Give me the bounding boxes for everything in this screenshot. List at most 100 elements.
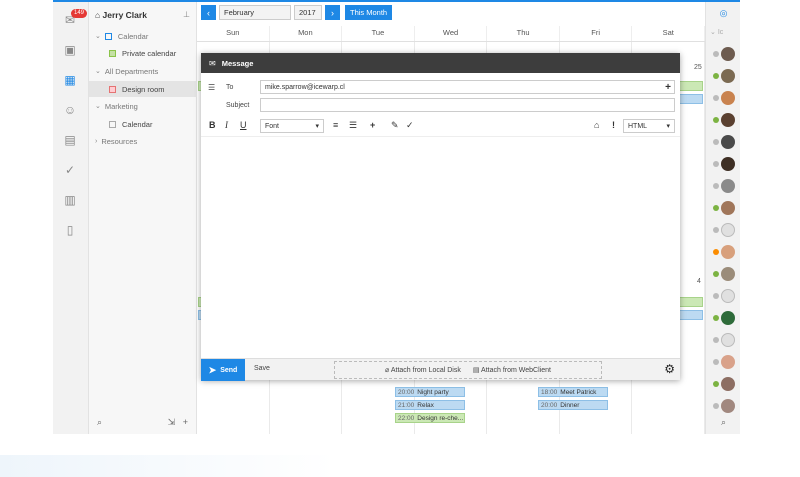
calendar-icon[interactable]: ▦	[61, 72, 79, 88]
month-field[interactable]: February	[219, 5, 291, 20]
prev-month-button[interactable]: ‹	[201, 5, 216, 20]
mail-badge: 149	[71, 9, 88, 18]
tree-group-calendar[interactable]: ⌄ Calendar	[89, 28, 197, 44]
people-search-icon[interactable]: ⌕	[706, 417, 741, 428]
contact-avatar[interactable]	[713, 69, 737, 83]
contact-avatar[interactable]	[713, 399, 737, 413]
insert-icon[interactable]: +	[370, 120, 375, 130]
calendar-event[interactable]: 20:00 Night party	[395, 387, 465, 397]
trash-icon[interactable]: ▯	[61, 222, 79, 238]
mail-icon[interactable]: ✉ 149	[61, 9, 88, 28]
subject-field[interactable]	[260, 98, 675, 112]
calendar-toolbar: ‹ February 2017 › This Month	[201, 5, 393, 20]
calendar-event[interactable]: 21:00 Relax	[395, 400, 465, 410]
contact-avatar[interactable]	[713, 377, 737, 391]
priority-icon[interactable]: !	[612, 120, 615, 130]
contact-avatar[interactable]	[713, 201, 737, 215]
italic-icon[interactable]: I	[225, 120, 228, 130]
spellcheck-icon[interactable]: ✓	[406, 120, 414, 131]
day-header: Mon	[270, 26, 343, 41]
message-dialog: ✉ Message ☰ To mike.sparrow@icewarp.cl +…	[201, 53, 680, 381]
format-select[interactable]: HTML ▾	[623, 119, 675, 133]
format-toolbar: B I U Font ▾ ≡ ☰ + ✎ ✓ ⌂ ! HTML ▾	[201, 118, 680, 134]
pin-icon[interactable]: ⊥	[183, 10, 190, 19]
share-icon[interactable]: ⇲	[168, 417, 176, 427]
people-filter[interactable]: ⌄ Ic	[710, 28, 723, 36]
tree-group-marketing[interactable]: ⌄ Marketing	[89, 98, 197, 114]
to-row: ☰ To mike.sparrow@icewarp.cl +	[201, 80, 680, 94]
calendar-event[interactable]: 20:00 Dinner	[538, 400, 608, 410]
day-header: Tue	[342, 26, 415, 41]
font-select[interactable]: Font ▾	[260, 119, 324, 133]
contact-avatar[interactable]	[713, 179, 737, 193]
calendar-event[interactable]: 22:00 Design re-che...	[395, 413, 465, 423]
align-icon[interactable]: ≡	[333, 120, 338, 130]
tree-user[interactable]: ⌂ Jerry Clark	[95, 10, 147, 20]
tree-item-design-room[interactable]: Design room	[89, 81, 197, 97]
gear-icon[interactable]: ⚙	[664, 362, 675, 376]
underline-icon[interactable]: U	[240, 120, 247, 130]
attachment-dropzone[interactable]: ⌀ Attach from Local Disk ▤ Attach from W…	[334, 361, 602, 379]
next-month-button[interactable]: ›	[325, 5, 340, 20]
message-body[interactable]	[201, 136, 680, 358]
save-button[interactable]: Save	[254, 365, 270, 372]
address-book-icon[interactable]: ☰	[208, 83, 215, 92]
module-rail: ✉ 149 ▣ ▦ ☺ ▤ ✓ ▥ ▯	[53, 2, 89, 434]
day-header: Thu	[487, 26, 560, 41]
chevron-down-icon: ⌄	[95, 103, 101, 110]
calendar-event[interactable]: 18:00 Meet Patrick	[538, 387, 608, 397]
contact-avatar[interactable]	[713, 333, 737, 347]
documents-icon[interactable]: ▤	[61, 132, 79, 148]
chevron-down-icon: ▾	[666, 123, 670, 130]
day-header: Fri	[560, 26, 633, 41]
tasks-check-icon[interactable]: ✓	[61, 162, 79, 178]
contact-avatar[interactable]	[713, 267, 737, 281]
tree-group-all-departments[interactable]: ⌄ All Departments	[89, 63, 197, 79]
contact-avatar[interactable]	[713, 157, 737, 171]
contact-avatar[interactable]	[713, 245, 737, 259]
private-calendar-checkbox[interactable]	[109, 49, 116, 57]
subject-row: Subject	[201, 98, 680, 112]
add-recipient-icon[interactable]: +	[665, 82, 671, 93]
contact-avatar[interactable]	[713, 311, 737, 325]
day-number: 25	[694, 64, 702, 71]
add-icon[interactable]: +	[183, 417, 188, 427]
to-field[interactable]: mike.sparrow@icewarp.cl	[260, 80, 675, 94]
people-sidebar: ◎ ⌄ Ic ⌕	[705, 2, 740, 434]
marketing-calendar-checkbox[interactable]	[109, 120, 116, 128]
pen-icon[interactable]: ✎	[391, 120, 399, 131]
encrypt-icon[interactable]: ⌂	[594, 120, 599, 130]
tree-item-marketing-calendar[interactable]: Calendar	[89, 116, 197, 132]
day-number: 4	[697, 278, 701, 285]
contacts-card-icon[interactable]: ▣	[61, 42, 79, 58]
sync-icon[interactable]: ◎	[706, 8, 741, 19]
day-header: Sat	[632, 26, 706, 41]
design-room-checkbox[interactable]	[109, 85, 116, 93]
contact-avatar[interactable]	[713, 135, 737, 149]
send-button[interactable]: ➤ Send	[201, 359, 245, 381]
contact-avatar[interactable]	[713, 91, 737, 105]
tree-group-resources[interactable]: › Resources	[89, 133, 197, 149]
file-icon: ▤	[472, 367, 480, 374]
calendar-checkbox[interactable]	[104, 32, 112, 40]
contact-avatar[interactable]	[713, 113, 737, 127]
contact-avatar[interactable]	[713, 47, 737, 61]
bold-icon[interactable]: B	[209, 120, 216, 130]
contact-avatar[interactable]	[713, 355, 737, 369]
chevron-right-icon: ›	[95, 137, 98, 145]
chevron-down-icon: ⌄	[95, 33, 101, 40]
home-icon: ⌂	[95, 10, 103, 20]
this-month-button[interactable]: This Month	[345, 5, 393, 20]
chevron-down-icon: ⌄	[95, 68, 101, 75]
year-field[interactable]: 2017	[294, 5, 322, 20]
list-icon[interactable]: ☰	[349, 120, 357, 131]
envelope-icon: ✉	[209, 58, 216, 68]
notes-icon[interactable]: ▥	[61, 192, 79, 208]
contact-avatar[interactable]	[713, 289, 737, 303]
contact-avatar[interactable]	[713, 223, 737, 237]
tree-item-private-calendar[interactable]: Private calendar	[89, 45, 197, 61]
attach-webclient-button[interactable]: ▤ Attach from WebClient	[473, 366, 551, 374]
attach-local-button[interactable]: ⌀ Attach from Local Disk	[385, 366, 461, 374]
user-icon[interactable]: ☺	[61, 102, 79, 118]
search-icon[interactable]: ⌕	[97, 417, 102, 428]
